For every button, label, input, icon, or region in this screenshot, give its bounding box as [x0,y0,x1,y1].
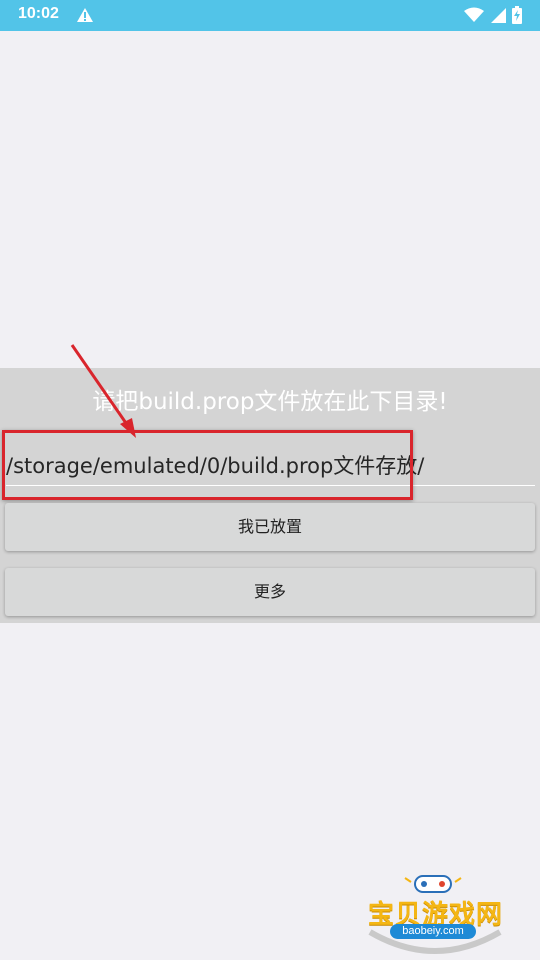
wifi-icon [464,7,484,27]
status-icons [464,6,522,28]
signal-icon [490,7,506,27]
watermark-url: baobeiy.com [390,924,476,939]
watermark-logo: 宝贝游戏网 baobeiy.com [360,870,510,960]
instruction-text: 请把build.prop文件放在此下目录! [92,389,448,415]
placed-button[interactable]: 我已放置 [5,503,535,551]
alert-icon [76,7,94,27]
battery-icon [512,6,522,28]
more-button[interactable]: 更多 [5,568,535,616]
status-bar: 10:02 [0,0,540,31]
highlight-annotation-box [2,430,413,500]
status-time: 10:02 [18,5,59,22]
